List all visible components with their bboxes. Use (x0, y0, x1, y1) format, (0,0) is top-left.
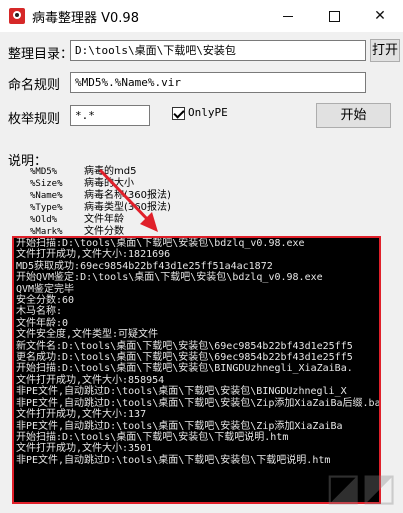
close-button[interactable]: ✕ (357, 0, 403, 32)
window-title: 病毒整理器 V0.98 (32, 11, 139, 26)
log-line: 开始扫描:D:\tools\桌面\下载吧\安装包\BINGDUzhnegli_X… (16, 363, 353, 375)
onlype-label[interactable]: OnlyPE (188, 106, 228, 119)
log-line: 安全分数:60 (16, 295, 75, 307)
help-item: %Size% 病毒的大小 (30, 178, 134, 189)
enum-rule-label: 枚举规则 (8, 112, 61, 127)
log-line: 文件打开成功,文件大小:1821696 (16, 249, 171, 261)
open-button[interactable]: 打开 (370, 39, 400, 62)
log-line: 文件安全度,文件类型:可疑文件 (16, 329, 159, 341)
log-line: 文件打开成功,文件大小:3501 (16, 443, 153, 455)
log-line: 新文件名:D:\tools\桌面\下载吧\安装包\69ec9854b22bf43… (16, 340, 353, 352)
log-line: 开始扫描:D:\tools\桌面\下载吧\安装包\bdzlq_v0.98.exe (16, 238, 305, 249)
log-line: 更名成功:D:\tools\桌面\下载吧\安装包\69ec9854b22bf43… (16, 352, 353, 364)
minimize-button[interactable] (265, 0, 311, 32)
title-bar[interactable]: 病毒整理器 V0.98 ✕ (0, 0, 403, 32)
help-item: %MD5% 病毒的md5 (30, 166, 137, 177)
onlype-checkbox[interactable] (172, 107, 185, 120)
name-rule-label: 命名规则 (8, 78, 61, 93)
log-line: QVM鉴定完毕 (16, 283, 75, 295)
log-console[interactable]: 开始扫描:D:\tools\桌面\下载吧\安装包\bdzlq_v0.98.exe… (12, 236, 381, 504)
name-rule-input[interactable]: %MD5%.%Name%.vir (70, 72, 366, 93)
help-item: %Name% 病毒名称(360报法) (30, 190, 171, 201)
log-line: 文件打开成功,文件大小:137 (16, 409, 147, 421)
dir-label: 整理目录： (8, 47, 74, 62)
log-line: 非PE文件,自动跳过D:\tools\桌面\下载吧\安装包\Zip添加XiaZa… (16, 420, 343, 432)
log-line: 非PE文件,自动跳过D:\tools\桌面\下载吧\安装包\BINGDUzhne… (16, 386, 347, 398)
help-item: %Old% 文件年龄 (30, 214, 124, 225)
log-line: 非PE文件,自动跳过D:\tools\桌面\下载吧\安装包\Zip添加XiaZa… (16, 397, 381, 409)
log-line: 文件打开成功,文件大小:858954 (16, 374, 165, 386)
maximize-button[interactable] (311, 0, 357, 32)
log-line: 开始QVM鉴定:D:\tools\桌面\下载吧\安装包\bdzlq_v0.98.… (16, 272, 323, 284)
start-button[interactable]: 开始 (316, 103, 391, 128)
app-window: 病毒整理器 V0.98 ✕ 整理目录： D:\tools\桌面\下载吧\安装包 … (0, 0, 403, 513)
enum-rule-input[interactable]: *.* (70, 105, 150, 126)
help-list: %MD5% 病毒的md5 %Size% 病毒的大小 %Name% 病毒名称(360报法… (30, 166, 230, 238)
help-item: %Type% 病毒类型(360报法) (30, 202, 171, 213)
log-line: 开始扫描:D:\tools\桌面\下载吧\安装包\下载吧说明.htm (16, 431, 289, 443)
watermark-logo-icon: ◪◩ (325, 465, 397, 509)
log-line: 文件年龄:0 (16, 317, 69, 329)
log-line: 木马名称: (16, 306, 63, 318)
log-line: MD5获取成功:69ec9854b22bf43d1e25ff51a4ac1872 (16, 260, 273, 272)
virus-icon (9, 8, 25, 24)
dir-input[interactable]: D:\tools\桌面\下载吧\安装包 (70, 40, 366, 61)
